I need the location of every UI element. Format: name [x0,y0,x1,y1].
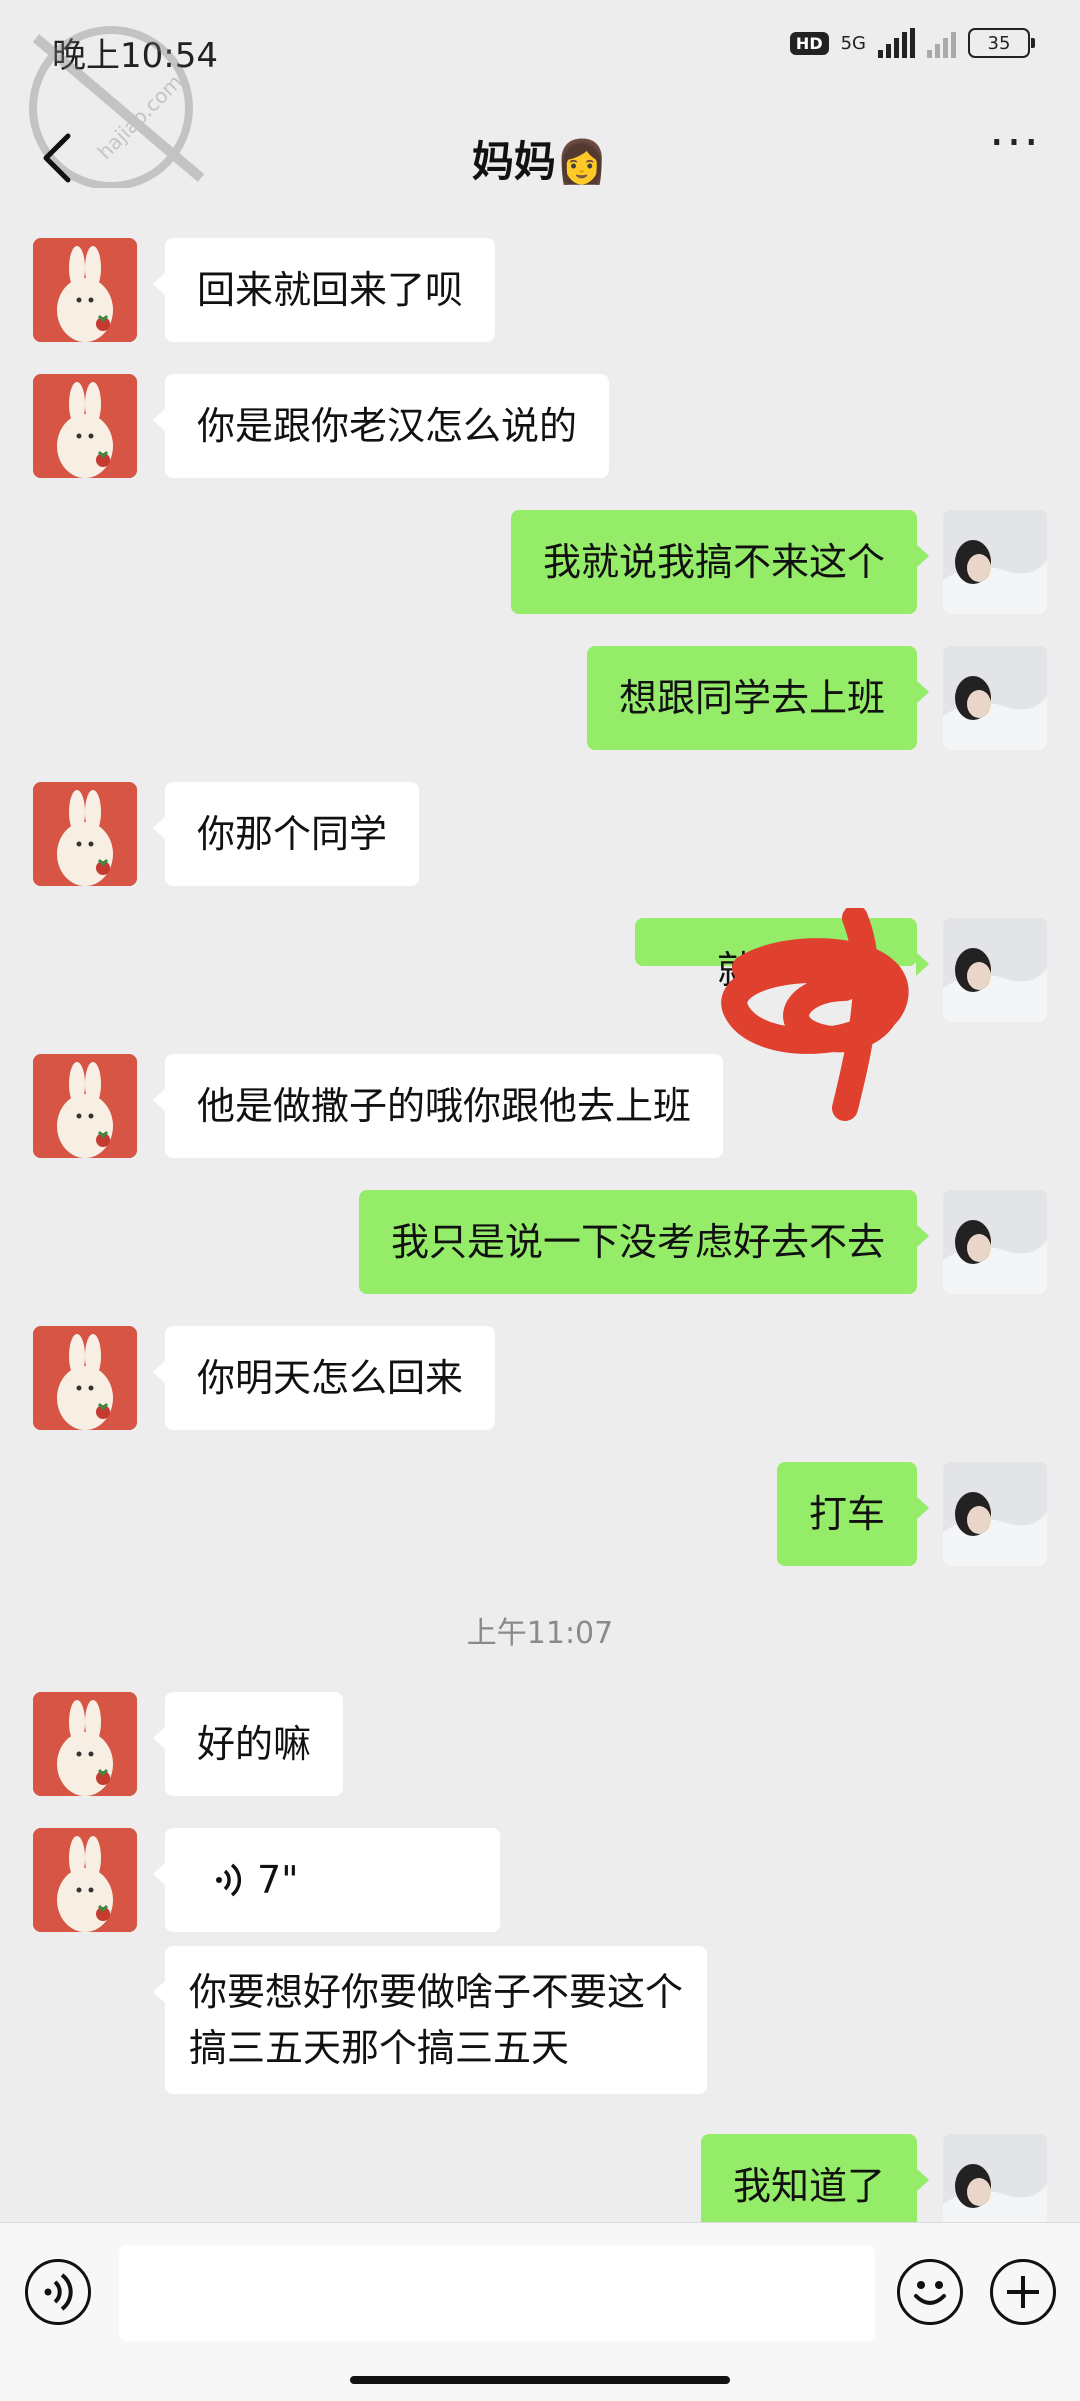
home-indicator[interactable] [350,2376,730,2384]
rabbit-avatar-icon[interactable] [33,1326,137,1430]
voice-duration: 7" [257,1858,299,1902]
message-bubble[interactable]: 我知道了 [700,2134,930,2222]
rabbit-avatar-icon[interactable] [33,238,137,342]
message-row: 你明天怎么回来 [0,1326,1080,1430]
message-bubble[interactable]: 想跟同学去上班 [586,646,930,750]
battery-icon: 35 [968,28,1035,58]
user-photo-avatar[interactable] [943,1190,1047,1294]
signal-icon [878,28,915,58]
message-row: 想跟同学去上班 [0,646,1080,750]
message-row: 你要想好你要做啥子不要这个 搞三五天那个搞三五天 [0,1946,1080,2104]
user-photo-avatar[interactable] [943,510,1047,614]
user-photo-avatar[interactable] [943,2134,1047,2222]
signal2-icon [927,28,956,58]
message-row: 我知道了 [0,2134,1080,2222]
plus-icon[interactable] [990,2259,1056,2325]
chat-title: 妈妈👩 [471,137,609,186]
message-bubble[interactable]: 我就说我搞不来这个 [510,510,930,614]
message-input[interactable] [119,2245,875,2341]
emoji-icon[interactable] [897,2259,963,2325]
message-row: 7" [0,1828,1080,1932]
message-row: 打车 [0,1462,1080,1566]
voice-wave-icon [216,1863,242,1897]
timestamp: 上午11:07 [466,1616,614,1651]
voice-message-bubble[interactable]: 7" [153,1828,500,1932]
user-photo-avatar[interactable] [943,646,1047,750]
user-photo-avatar[interactable] [943,918,1047,1022]
message-row: 好的嘛 [0,1692,1080,1796]
message-row: 就 [0,908,1080,1121]
nav-bar: 妈妈👩 ··· [0,100,1080,220]
message-bubble[interactable]: 你要想好你要做啥子不要这个 搞三五天那个搞三五天 [152,1946,708,2094]
voice-input-icon[interactable] [25,2259,91,2325]
status-icons: HD 5G 35 [789,28,1035,58]
message-row: 我就说我搞不来这个 [0,510,1080,614]
message-row: 他是做撒子的哦你跟他去上班 [0,1054,1080,1158]
message-bubble[interactable]: 你明天怎么回来 [152,1326,496,1430]
input-bar [0,2222,1080,2401]
message-bubble[interactable]: 我只是说一下没考虑好去不去 [358,1190,930,1294]
message-row: 你那个同学 [0,782,1080,886]
rabbit-avatar-icon[interactable] [33,1692,137,1796]
message-bubble[interactable]: 你是跟你老汉怎么说的 [152,374,610,478]
rabbit-avatar-icon[interactable] [33,782,137,886]
more-icon[interactable]: ··· [980,119,1050,188]
message-bubble[interactable]: 回来就回来了呗 [152,238,496,342]
user-photo-avatar[interactable] [943,1462,1047,1566]
message-bubble[interactable]: 好的嘛 [152,1692,344,1796]
message-bubble[interactable]: 他是做撒子的哦你跟他去上班 [152,1054,724,1158]
network-label: 5G [840,32,866,54]
message-row: 你是跟你老汉怎么说的 [0,374,1080,478]
message-bubble[interactable]: 打车 [776,1462,930,1566]
message-row: 回来就回来了呗 [0,238,1080,342]
rabbit-avatar-icon[interactable] [33,1828,137,1932]
message-bubble[interactable]: 你那个同学 [152,782,420,886]
rabbit-avatar-icon[interactable] [33,1054,137,1158]
message-row: 我只是说一下没考虑好去不去 [0,1190,1080,1294]
rabbit-avatar-icon[interactable] [33,374,137,478]
hd-icon: HD [789,31,829,55]
